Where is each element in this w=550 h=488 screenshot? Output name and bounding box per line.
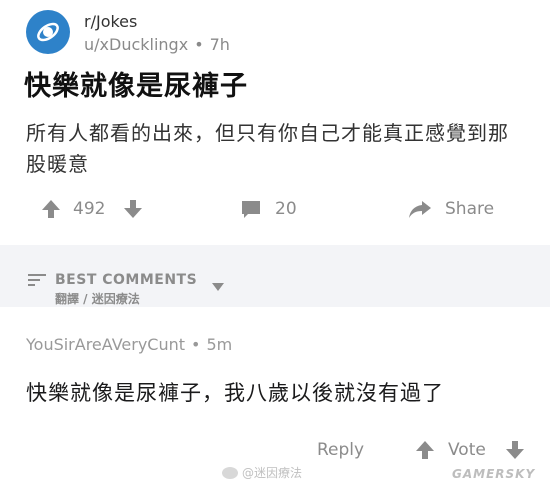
post-meta: u/xDucklingx • 7h xyxy=(84,35,230,54)
comment-age: 5m xyxy=(206,335,233,354)
watermark-text: @迷因療法 xyxy=(242,466,303,480)
share-button[interactable]: Share xyxy=(445,194,494,224)
share-icon[interactable] xyxy=(408,194,432,224)
reply-button[interactable]: Reply xyxy=(317,440,364,460)
comment-downvote-icon[interactable] xyxy=(504,439,526,465)
comment-upvote-icon[interactable] xyxy=(414,439,436,465)
comment-meta-separator: • xyxy=(191,335,201,354)
comment-meta: YouSirAreAVeryCunt • 5m xyxy=(26,335,232,354)
sort-icon[interactable] xyxy=(28,272,46,291)
sort-selector-label[interactable]: BEST COMMENTS xyxy=(55,272,197,288)
comment-count[interactable]: 20 xyxy=(275,194,297,224)
post-body: 所有人都看的出來，但只有你自己才能真正感覺到那股暖意 xyxy=(26,121,509,176)
post-score: 492 xyxy=(73,199,106,219)
post-title[interactable]: 快樂就像是尿褲子 xyxy=(24,64,248,103)
weibo-watermark: @迷因療法 xyxy=(222,464,302,481)
comment-icon[interactable] xyxy=(240,194,262,224)
translation-credit: 翻譯 / 迷因療法 xyxy=(55,292,140,306)
comment-body: 快樂就像是尿褲子，我八歲以後就沒有過了 xyxy=(26,381,444,405)
weibo-logo-icon xyxy=(222,466,238,479)
upvote-icon[interactable] xyxy=(40,194,62,224)
post-author[interactable]: u/xDucklingx xyxy=(84,35,188,54)
post-actions-bar: 492 20 Share xyxy=(0,194,550,224)
caret-down-icon[interactable] xyxy=(212,276,224,295)
post-age: 7h xyxy=(209,35,230,54)
meta-separator: • xyxy=(194,35,204,54)
subreddit-avatar-icon[interactable] xyxy=(26,10,70,54)
gamersky-watermark: GAMERSKY xyxy=(452,467,536,481)
vote-label: Vote xyxy=(448,440,486,460)
subreddit-name[interactable]: r/Jokes xyxy=(84,12,137,31)
comment-author[interactable]: YouSirAreAVeryCunt xyxy=(26,335,185,354)
downvote-icon[interactable] xyxy=(122,194,144,224)
